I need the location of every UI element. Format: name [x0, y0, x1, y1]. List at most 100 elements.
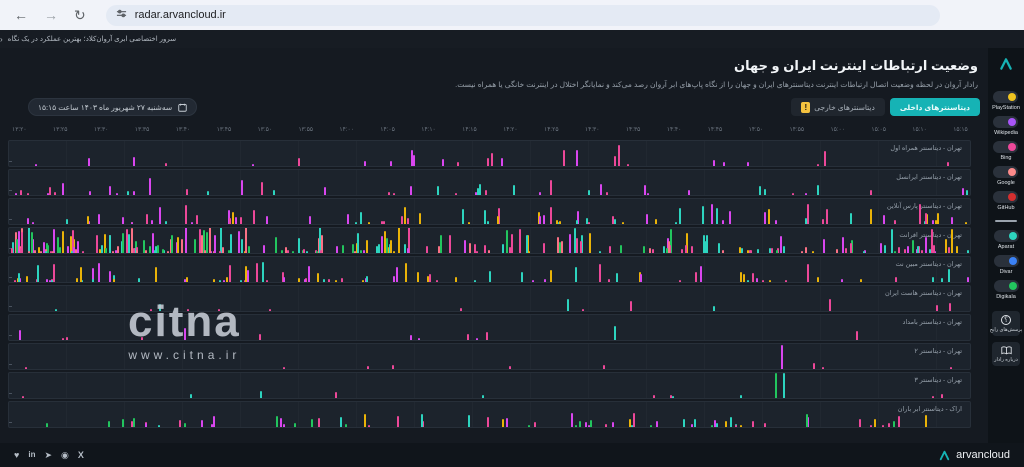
chart-row[interactable]: تهران - دیتاسنتر مبین نت: [8, 256, 971, 283]
spike: [133, 157, 135, 166]
chart-row[interactable]: تهران - دیتاسنتر افرانت: [8, 227, 971, 254]
spike: [368, 425, 370, 427]
time-tick-label: ۱۴:۳۵: [626, 126, 641, 133]
reload-icon[interactable]: ↻: [74, 8, 86, 22]
spike: [752, 421, 754, 427]
footer-brand[interactable]: arvancloud: [938, 449, 1010, 462]
service-toggle-digikala[interactable]: Digikala: [994, 280, 1019, 300]
tab-domestic-datacenters[interactable]: دیتاسنترهای داخلی: [890, 98, 980, 116]
faq-label: پرسش‌های رایج: [990, 327, 1023, 333]
spike: [260, 391, 262, 398]
faq-button[interactable]: ؟ پرسش‌های رایج: [992, 311, 1020, 336]
spike: [28, 251, 30, 254]
spike: [226, 277, 228, 282]
service-toggle-bing[interactable]: Bing: [992, 141, 1020, 161]
spike: [145, 250, 147, 253]
time-tick-label: ۱۴:۳۰: [585, 126, 600, 133]
time-tick-label: ۱۵:۰۵: [871, 126, 886, 133]
spike: [384, 231, 386, 253]
spike: [101, 245, 103, 253]
address-bar[interactable]: radar.arvancloud.ir: [106, 5, 940, 26]
date-picker-button[interactable]: سه‌شنبه ۲۷ شهریور ماه ۱۴۰۳ ساعت ۱۵:۱۵: [28, 98, 197, 116]
about-radar-button[interactable]: درباره رادار: [992, 342, 1020, 366]
chart-row[interactable]: تهران - دیتاسنتر همراه اول: [8, 140, 971, 167]
spike: [109, 186, 111, 195]
spike: [133, 418, 135, 427]
spike: [298, 238, 300, 253]
spike: [238, 231, 240, 253]
service-toggle-divar[interactable]: Divar: [994, 255, 1019, 275]
spike: [62, 338, 64, 340]
spike: [113, 279, 115, 282]
service-toggle-aparat[interactable]: Aparat: [994, 230, 1019, 250]
spike: [22, 396, 24, 398]
spike: [627, 164, 629, 166]
service-toggle-wikipedia[interactable]: Wikipedia: [992, 116, 1020, 136]
spike: [26, 276, 28, 283]
spike: [485, 190, 487, 195]
spike: [16, 239, 18, 253]
spike: [73, 247, 75, 253]
spike: [805, 193, 807, 196]
spike: [947, 162, 949, 166]
service-toggle-playstation[interactable]: PlayStation: [992, 91, 1020, 111]
spike: [894, 220, 896, 224]
time-tick-label: ۱۳:۳۰: [94, 126, 109, 133]
spike: [364, 414, 366, 427]
service-toggle-google[interactable]: Google: [992, 166, 1020, 186]
spike: [240, 217, 242, 224]
linkedin-icon[interactable]: in: [28, 451, 35, 459]
instagram-icon[interactable]: ◉: [61, 451, 69, 460]
spike: [421, 414, 423, 427]
spike: [829, 299, 831, 311]
site-settings-icon[interactable]: [116, 6, 127, 24]
chart-row[interactable]: تهران - دیتاسنتر ۲: [8, 343, 971, 370]
spike: [931, 229, 933, 253]
spike: [616, 273, 618, 282]
x-icon[interactable]: X: [78, 451, 84, 460]
spike: [729, 211, 731, 224]
chart-row[interactable]: تهران - دیتاسنتر ۳: [8, 372, 971, 399]
spike: [229, 265, 231, 282]
spike: [921, 250, 923, 253]
spike: [133, 191, 135, 195]
spike: [489, 271, 491, 282]
chart-row[interactable]: تهران - دیتاسنتر هاست ایران: [8, 285, 971, 312]
spike: [747, 250, 749, 253]
spike: [870, 425, 872, 427]
spike: [368, 222, 370, 224]
spike: [66, 337, 68, 340]
chart-row[interactable]: تهران - دیتاسنتر ایرانسل: [8, 169, 971, 196]
spike: [436, 280, 438, 282]
row-label: تهران - دیتاسنتر مبین نت: [895, 260, 962, 268]
tab-foreign-datacenters[interactable]: دیتاسنترهای خارجی !: [791, 98, 885, 116]
spike: [20, 248, 22, 253]
service-toggle-github[interactable]: GitHub: [992, 191, 1020, 211]
chart-row[interactable]: تهران - دیتاسنتر پارس آنلاین: [8, 198, 971, 225]
spike: [631, 425, 633, 427]
spike: [647, 193, 649, 195]
spike: [666, 248, 668, 253]
promo-banner[interactable]: سرور اختصاصی ابری آروان‌کلاد؛ بهترین عمل…: [0, 30, 1024, 48]
spike: [559, 221, 561, 224]
spike: [571, 413, 573, 427]
spike: [321, 235, 323, 253]
spike: [556, 220, 558, 224]
telegram-icon[interactable]: ➤: [44, 451, 52, 460]
chart-row[interactable]: تهران - دیتاسنتر بامداد: [8, 314, 971, 341]
spike: [341, 278, 343, 282]
forward-icon[interactable]: →: [44, 8, 58, 22]
heart-icon[interactable]: ♥: [14, 451, 19, 460]
spike: [261, 182, 263, 195]
spike: [317, 273, 319, 282]
spike: [532, 280, 534, 282]
spike: [775, 373, 777, 398]
spike: [37, 265, 39, 282]
spike: [363, 250, 365, 253]
spike: [893, 421, 895, 427]
spike: [20, 190, 22, 195]
back-icon[interactable]: ←: [14, 8, 28, 22]
spike: [34, 250, 36, 253]
time-tick-label: ۱۳:۲۰: [12, 126, 27, 133]
chart-row[interactable]: اراک - دیتاسنتر ابر باران: [8, 401, 971, 428]
